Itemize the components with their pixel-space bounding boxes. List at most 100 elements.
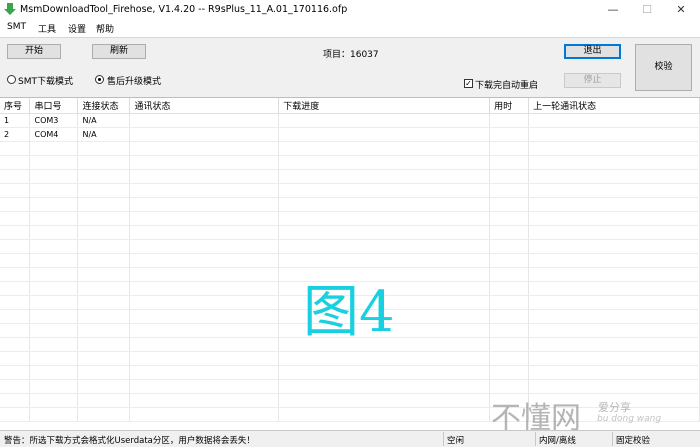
status-warning: 警告：所选下载方式会格式化Userdata分区，用户数据将会丢失！ (4, 436, 255, 446)
menu-help[interactable]: 帮助 (96, 22, 114, 35)
col-header[interactable]: 连接状态 (77, 98, 131, 114)
empty-cell (77, 365, 131, 380)
verify-button[interactable]: 校验 (635, 44, 692, 91)
empty-cell (528, 197, 700, 212)
empty-cell (528, 211, 700, 226)
status-state: 空闲 (447, 436, 465, 446)
cell-port: COM3 (29, 113, 79, 128)
empty-cell (29, 379, 79, 394)
cell-time (489, 127, 530, 142)
col-header[interactable]: 下载进度 (278, 98, 491, 114)
watermark-slogan: 爱分享 (598, 401, 631, 414)
menu-settings[interactable]: 设置 (68, 22, 86, 35)
radio-smt-mode[interactable] (7, 75, 16, 84)
empty-cell (29, 351, 79, 366)
cell-connection: N/A (77, 127, 131, 142)
col-header[interactable]: 串口号 (29, 98, 79, 114)
empty-cell (0, 141, 31, 156)
empty-cell (129, 295, 280, 310)
col-header[interactable]: 用时 (489, 98, 530, 114)
exit-button[interactable]: 退出 (564, 44, 621, 59)
empty-cell (77, 323, 131, 338)
empty-cell (278, 169, 491, 184)
empty-cell (0, 239, 31, 254)
empty-cell (278, 393, 491, 408)
empty-cell (489, 281, 530, 296)
figure-label: 图4 (303, 280, 395, 345)
empty-cell (278, 365, 491, 380)
menu-bar: SMT 工具 设置 帮助 (0, 20, 700, 37)
empty-cell (528, 155, 700, 170)
empty-row (0, 365, 700, 380)
radio-aftersale-mode[interactable] (95, 75, 104, 84)
empty-cell (29, 309, 79, 324)
menu-smt[interactable]: SMT (7, 22, 26, 32)
empty-cell (0, 295, 31, 310)
empty-cell (29, 295, 79, 310)
refresh-button[interactable]: 刷新 (92, 44, 146, 59)
close-button[interactable]: ✕ (666, 1, 696, 19)
status-verify: 固定校验 (616, 436, 651, 446)
empty-cell (278, 211, 491, 226)
maximize-button[interactable]: ☐ (632, 1, 662, 19)
empty-cell (129, 155, 280, 170)
empty-cell (0, 197, 31, 212)
empty-cell (77, 169, 131, 184)
cell-time (489, 113, 530, 128)
radio-smt-label: SMT下载模式 (18, 77, 73, 87)
empty-cell (29, 225, 79, 240)
empty-cell (129, 211, 280, 226)
empty-cell (129, 225, 280, 240)
col-header[interactable]: 上一轮通讯状态 (528, 98, 700, 114)
stop-button[interactable]: 停止 (564, 73, 621, 88)
empty-cell (29, 197, 79, 212)
empty-cell (29, 365, 79, 380)
empty-cell (129, 197, 280, 212)
radio-aftersale-label: 售后升级模式 (107, 77, 162, 87)
empty-cell (278, 183, 491, 198)
cell-last-comm (528, 113, 700, 128)
table-row[interactable]: 2 COM4 N/A (0, 127, 700, 142)
empty-cell (489, 309, 530, 324)
empty-cell (528, 253, 700, 268)
empty-cell (489, 211, 530, 226)
menu-tools[interactable]: 工具 (38, 22, 56, 35)
start-button[interactable]: 开始 (7, 44, 61, 59)
empty-cell (0, 337, 31, 352)
empty-cell (489, 351, 530, 366)
empty-cell (77, 267, 131, 282)
empty-cell (489, 239, 530, 254)
empty-cell (528, 239, 700, 254)
empty-cell (0, 211, 31, 226)
auto-restart-checkbox[interactable]: ✓ (464, 79, 473, 88)
empty-cell (29, 407, 79, 422)
empty-cell (528, 225, 700, 240)
empty-cell (77, 351, 131, 366)
table-row[interactable]: 1 COM3 N/A (0, 113, 700, 128)
empty-cell (29, 183, 79, 198)
minimize-button[interactable]: — (598, 1, 628, 19)
empty-cell (489, 225, 530, 240)
empty-cell (77, 141, 131, 156)
col-header[interactable]: 通讯状态 (129, 98, 280, 114)
empty-cell (0, 155, 31, 170)
empty-cell (278, 351, 491, 366)
status-divider (443, 432, 444, 446)
empty-cell (0, 309, 31, 324)
cell-comm (129, 113, 280, 128)
title-bar: MsmDownloadTool_Firehose, V1.4.20 -- R9s… (0, 0, 700, 20)
empty-cell (278, 253, 491, 268)
empty-cell (528, 141, 700, 156)
empty-cell (489, 295, 530, 310)
empty-cell (0, 407, 31, 422)
empty-cell (129, 169, 280, 184)
col-header[interactable]: 序号 (0, 98, 31, 114)
empty-cell (129, 393, 280, 408)
empty-cell (489, 141, 530, 156)
empty-cell (528, 281, 700, 296)
empty-cell (278, 225, 491, 240)
status-divider (535, 432, 536, 446)
empty-cell (129, 365, 280, 380)
empty-cell (77, 295, 131, 310)
empty-cell (489, 183, 530, 198)
